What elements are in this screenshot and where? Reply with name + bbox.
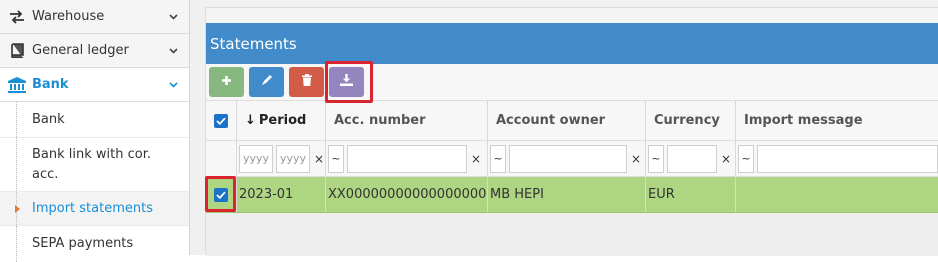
column-header-period[interactable]: ↓ Period (237, 101, 326, 140)
plus-icon (221, 75, 232, 90)
sidebar-subitem-import-statements[interactable]: Import statements (0, 192, 189, 226)
filter-operator[interactable]: ~ (328, 144, 344, 173)
filter-operator[interactable]: ~ (490, 144, 506, 173)
caret-right-icon (15, 204, 20, 213)
column-header-label: Period (258, 113, 307, 128)
nav-label: General ledger (32, 43, 129, 58)
cell-account-owner: MB HEPI (488, 177, 646, 212)
filter-spacer (206, 141, 237, 176)
trash-icon (301, 74, 312, 90)
delete-button[interactable] (289, 67, 324, 97)
highlight-import-button (325, 61, 373, 103)
column-header-import-message[interactable]: Import message (736, 101, 938, 140)
chevron-down-icon (169, 81, 179, 88)
column-header-account-owner[interactable]: Account owner (488, 101, 646, 140)
select-all-checkbox[interactable] (214, 113, 228, 128)
clear-filter-icon[interactable]: × (720, 152, 732, 166)
header-select-cell (206, 101, 237, 140)
grid-filter-row: yyyy yyyy × ~ × ~ × ~ × ~ (206, 141, 938, 177)
nav-item-warehouse[interactable]: Warehouse (0, 0, 189, 34)
panel-header: Statements (206, 23, 938, 64)
subitem-label: Import statements (32, 200, 153, 216)
edit-button[interactable] (249, 67, 284, 97)
bank-building-icon (8, 76, 26, 93)
period-to-input[interactable]: yyyy (276, 144, 310, 173)
cell-acc-number: XX000000000000000000 (326, 177, 488, 212)
column-header-label: Import message (744, 113, 863, 128)
clear-filter-icon[interactable]: × (630, 152, 642, 166)
currency-filter-input[interactable] (667, 144, 717, 173)
filter-acc-number: ~ × (326, 141, 488, 176)
toolbar (206, 64, 938, 100)
cell-period: 2023-01 (237, 177, 326, 212)
column-header-label: Currency (654, 113, 720, 128)
filter-period: yyyy yyyy × (237, 141, 326, 176)
cell-import-message (736, 177, 938, 212)
cell-currency: EUR (646, 177, 736, 212)
sidebar-subitem-bank-link[interactable]: Bank link with cor. acc. (0, 138, 189, 192)
subitem-label: Bank (32, 111, 65, 127)
statements-panel: Statements ↓ Period Acc. number Account … (205, 7, 938, 256)
period-from-input[interactable]: yyyy (239, 144, 273, 173)
column-header-currency[interactable]: Currency (646, 101, 736, 140)
chevron-down-icon (169, 47, 179, 54)
nav-label: Warehouse (32, 9, 105, 24)
filter-account-owner: ~ × (488, 141, 646, 176)
filter-operator[interactable]: ~ (648, 144, 664, 173)
column-header-label: Account owner (496, 113, 606, 128)
acc-number-filter-input[interactable] (347, 144, 467, 173)
column-header-label: Acc. number (334, 113, 426, 128)
chevron-down-icon (169, 13, 179, 20)
sort-desc-icon: ↓ (245, 113, 256, 128)
add-button[interactable] (209, 67, 244, 97)
nav-item-bank[interactable]: Bank (0, 68, 189, 102)
panel-title: Statements (210, 34, 297, 53)
filter-import-message: ~ (736, 141, 938, 176)
arrows-exchange-icon (8, 9, 26, 24)
owner-filter-input[interactable] (509, 144, 627, 173)
book-icon (8, 43, 26, 58)
sidebar-subitem-bank[interactable]: Bank (0, 102, 189, 138)
table-row[interactable]: 2023-01 XX000000000000000000 MB HEPI EUR (206, 177, 938, 213)
message-filter-input[interactable] (757, 144, 938, 173)
highlight-row-checkbox (205, 176, 236, 212)
filter-operator[interactable]: ~ (738, 144, 754, 173)
grid-header-row: ↓ Period Acc. number Account owner Curre… (206, 100, 938, 141)
clear-filter-icon[interactable]: × (313, 152, 325, 166)
main-area: Statements ↓ Period Acc. number Account … (190, 0, 938, 256)
sidebar: Warehouse General ledger Bank Bank Bank … (0, 0, 190, 262)
subitem-label: SEPA payments (32, 236, 134, 251)
sidebar-subitem-sepa-payments[interactable]: SEPA payments (0, 226, 189, 262)
pencil-icon (261, 74, 273, 90)
column-header-acc-number[interactable]: Acc. number (326, 101, 488, 140)
nav-item-general-ledger[interactable]: General ledger (0, 34, 189, 68)
statements-grid: ↓ Period Acc. number Account owner Curre… (206, 100, 938, 256)
clear-filter-icon[interactable]: × (470, 152, 482, 166)
subitem-label: Bank link with cor. acc. (32, 146, 152, 182)
nav-label: Bank (32, 77, 69, 92)
filter-currency: ~ × (646, 141, 736, 176)
